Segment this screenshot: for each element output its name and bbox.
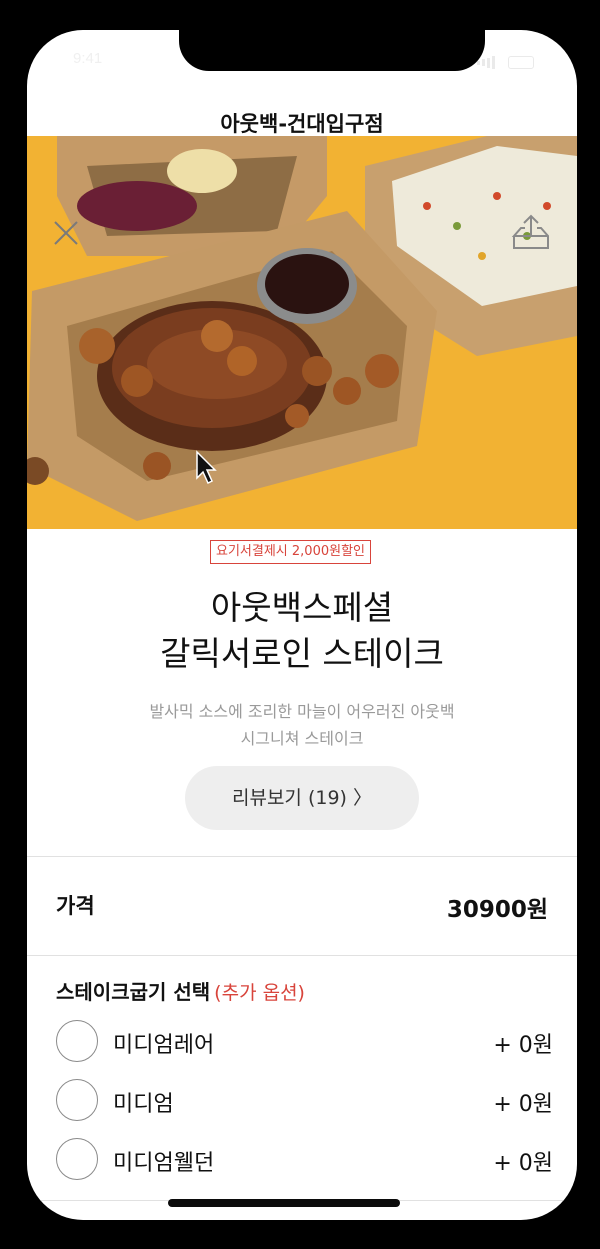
- option-price: + 0원: [493, 1151, 553, 1176]
- option-price: + 0원: [493, 1092, 553, 1117]
- radio-button[interactable]: [56, 1079, 98, 1121]
- menu-title-line1: 아웃백스페셜: [210, 588, 394, 627]
- signal-bar: [492, 56, 495, 69]
- option-label: 미디엄: [113, 1092, 174, 1117]
- option-row[interactable]: 미디엄레어 + 0원: [27, 1020, 577, 1066]
- home-indicator[interactable]: [168, 1199, 400, 1207]
- option-group-label: 스테이크굽기 선택: [56, 980, 211, 1004]
- divider: [27, 856, 577, 857]
- price-value: 30900원: [446, 897, 548, 923]
- option-row[interactable]: 미디엄 + 0원: [27, 1079, 577, 1125]
- signal-bar: [482, 59, 485, 66]
- menu-title: 아웃백스페셜 갈릭서로인 스테이크: [27, 585, 577, 677]
- price-label: 가격: [56, 894, 95, 918]
- divider: [27, 955, 577, 956]
- close-button[interactable]: [51, 218, 81, 248]
- notch: [179, 30, 485, 71]
- phone-screen: 9:41 아웃백-건대입구점 요기서결제시 2,000원할인 아웃백스페셜 갈릭…: [27, 30, 577, 1220]
- close-icon: [54, 221, 78, 245]
- signal-icon: [477, 60, 480, 65]
- status-icons: [477, 52, 547, 69]
- menu-title-line2: 갈릭서로인 스테이크: [160, 634, 444, 673]
- signal-bar: [487, 57, 490, 68]
- share-button[interactable]: [511, 212, 551, 252]
- option-label: 미디엄레어: [113, 1033, 215, 1058]
- option-group-title: 스테이크굽기 선택 (추가 옵션): [56, 976, 305, 1005]
- menu-description-line2: 시그니쳐 스테이크: [240, 729, 364, 748]
- option-label: 미디엄웰던: [113, 1151, 215, 1176]
- option-row[interactable]: 미디엄웰던 + 0원: [27, 1138, 577, 1184]
- radio-button[interactable]: [56, 1020, 98, 1062]
- store-title: 아웃백-건대입구점: [220, 112, 384, 136]
- review-button[interactable]: 리뷰보기 (19) 〉: [185, 766, 419, 830]
- menu-description-line1: 발사믹 소스에 조리한 마늘이 어우러진 아웃백: [149, 702, 455, 721]
- menu-description: 발사믹 소스에 조리한 마늘이 어우러진 아웃백 시그니쳐 스테이크: [27, 698, 577, 752]
- discount-badge: 요기서결제시 2,000원할인: [210, 540, 371, 564]
- menu-photo: [27, 136, 577, 529]
- battery-icon: [508, 56, 535, 69]
- option-extra-label: (추가 옵션): [214, 982, 305, 1004]
- radio-button[interactable]: [56, 1138, 98, 1180]
- option-price: + 0원: [493, 1033, 553, 1058]
- status-time: 9:41: [73, 50, 103, 67]
- share-icon: [511, 214, 549, 249]
- mouse-cursor-icon: [195, 450, 219, 490]
